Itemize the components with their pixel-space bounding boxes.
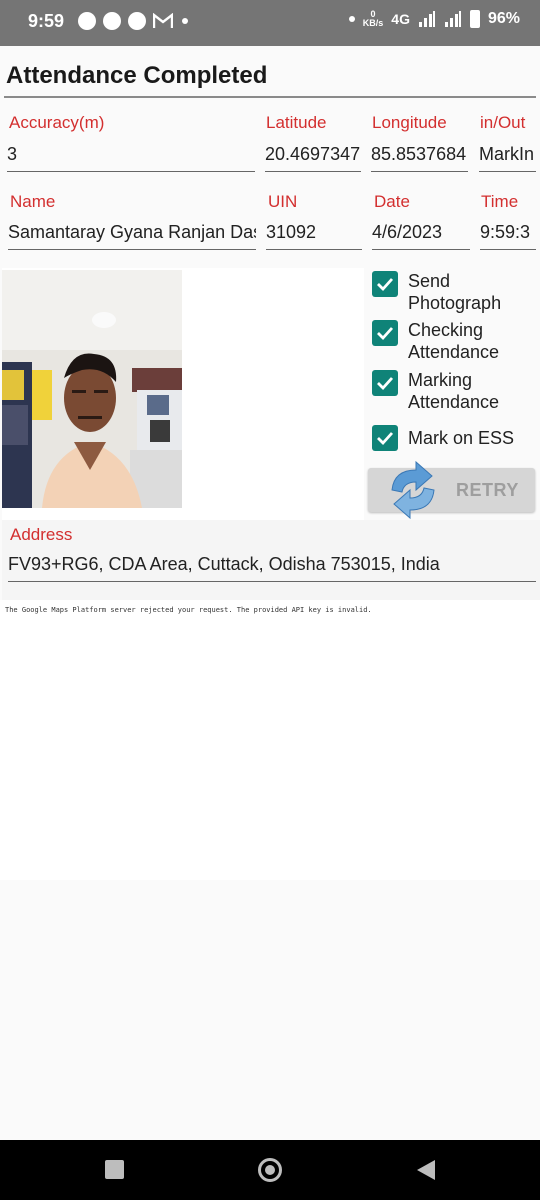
latitude-label: Latitude [266,113,327,132]
date-field[interactable]: 4/6/2023 [372,218,470,250]
uin-field[interactable]: 31092 [266,218,362,250]
gmail-icon [153,13,173,28]
longitude-label: Longitude [372,113,447,132]
recent-apps-icon[interactable] [105,1160,124,1179]
map-view[interactable] [0,600,540,880]
map-error-text: The Google Maps Platform server rejected… [5,606,372,614]
refresh-icon[interactable] [386,460,440,520]
name-label: Name [10,192,56,211]
dot-icon [348,16,355,22]
status-bar: 9:59 0 KB/s 4G 96% [0,0,540,46]
page-title: Attendance Completed [6,62,268,89]
accuracy-field[interactable]: 3 [7,140,255,172]
battery-percent: 96% [487,10,520,27]
checkbox-label: Checking [408,320,484,340]
checkbox-label: Attendance [408,392,500,412]
checkbox-label: Attendance [408,342,500,362]
title-divider [4,96,536,98]
notification-dot-icon [182,18,188,24]
address-label: Address [10,525,73,544]
latitude-field[interactable]: 20.4697347 [265,140,361,172]
network-speed: 0 KB/s [362,9,384,28]
user-photo [2,270,182,508]
checkbox-checked-icon [372,370,398,396]
checkbox-label: Send [408,271,451,291]
in-out-label: in/Out [480,113,526,132]
whatsapp-icon [103,12,121,30]
back-icon[interactable] [417,1160,435,1180]
speedometer-icon [128,12,146,30]
time-field[interactable]: 9:59:3 [480,218,536,250]
checking-attendance-checkbox[interactable]: Checking Attendance [372,319,499,363]
status-time: 9:59 [28,11,65,31]
longitude-field[interactable]: 85.8537684 [371,140,468,172]
mark-on-ess-checkbox[interactable]: Mark on ESS [372,424,514,451]
notification-icons [78,12,188,30]
uin-label: UIN [268,192,298,211]
status-right: 0 KB/s 4G 96% [347,10,520,28]
signal-icon [418,11,435,27]
date-label: Date [374,192,410,211]
signal-icon [444,11,461,27]
checkbox-checked-icon [372,271,398,297]
network-type: 4G [391,11,410,27]
checkbox-label: Marking [408,370,473,390]
checkbox-label: Photograph [408,293,502,313]
time-label: Time [481,192,519,211]
checkbox-checked-icon [372,425,398,451]
checkbox-label: Mark on ESS [408,428,515,448]
chat-icon [78,12,96,30]
send-photograph-checkbox[interactable]: Send Photograph [372,270,501,314]
checkbox-checked-icon [372,320,398,346]
accuracy-label: Accuracy(m) [9,113,105,132]
home-icon[interactable] [258,1158,282,1182]
name-field[interactable]: Samantaray Gyana Ranjan Das [8,218,256,250]
address-field[interactable]: FV93+RG6, CDA Area, Cuttack, Odisha 7530… [8,550,536,582]
battery-icon [469,10,480,28]
retry-button-label: RETRY [456,480,519,500]
marking-attendance-checkbox[interactable]: Marking Attendance [372,369,499,413]
in-out-field[interactable]: MarkIn [479,140,536,172]
